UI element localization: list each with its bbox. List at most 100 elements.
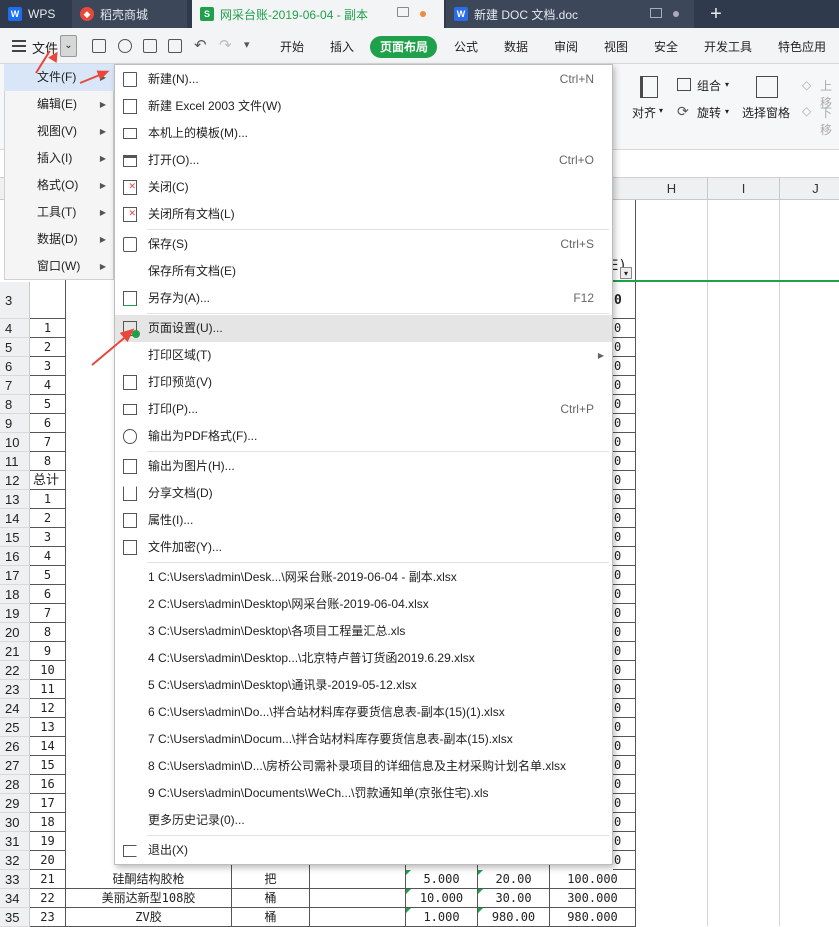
cell-amount-fragment[interactable]: 0: [613, 604, 636, 623]
tab-wps[interactable]: W WPS: [0, 0, 70, 28]
cell-amount-fragment[interactable]: 0: [613, 433, 636, 452]
menu-item-close-all[interactable]: ✕ 关闭所有文档(L): [115, 201, 612, 228]
recent-file-9[interactable]: 9 C:\Users\admin\Documents\WeCh...\罚款通知单…: [115, 780, 612, 807]
save-icon[interactable]: [92, 39, 106, 53]
cell-price[interactable]: 30.00: [478, 889, 550, 908]
column-header-h[interactable]: H: [636, 178, 708, 200]
cell-index[interactable]: 2: [30, 338, 66, 357]
tab-spreadsheet-active[interactable]: S 网采台账-2019-06-04 - 副本: [192, 0, 444, 28]
menu-data[interactable]: 数据(D) ▶: [4, 226, 114, 253]
cell-index[interactable]: 总计: [30, 471, 66, 490]
cell-index[interactable]: 3: [30, 357, 66, 376]
cell-amount-fragment[interactable]: 0: [613, 642, 636, 661]
export-icon[interactable]: [118, 39, 132, 53]
column-header-i[interactable]: I: [708, 178, 780, 200]
recent-file-1[interactable]: 1 C:\Users\admin\Desk...\网采台账-2019-06-04…: [115, 564, 612, 591]
tab-formulas[interactable]: 公式: [454, 38, 478, 55]
row-header[interactable]: 3: [0, 282, 30, 319]
cell-amount-fragment[interactable]: 0: [613, 471, 636, 490]
row-header[interactable]: 29: [0, 794, 30, 813]
menu-item-encrypt[interactable]: 文件加密(Y)...: [115, 534, 612, 561]
tab-developer[interactable]: 开发工具: [704, 38, 752, 55]
row-header[interactable]: 5: [0, 338, 30, 357]
cell-amount-fragment[interactable]: 0: [613, 282, 636, 319]
cell-amount-fragment[interactable]: 0: [613, 661, 636, 680]
menu-item-more-history[interactable]: 更多历史记录(0)...: [115, 807, 612, 834]
row-header[interactable]: 19: [0, 604, 30, 623]
cell-index[interactable]: 16: [30, 775, 66, 794]
cell-index[interactable]: 14: [30, 737, 66, 756]
tab-data[interactable]: 数据: [504, 38, 528, 55]
tab-page-layout[interactable]: 页面布局: [380, 38, 428, 55]
cell-amount-fragment[interactable]: 0: [613, 376, 636, 395]
row-header[interactable]: 20: [0, 623, 30, 642]
cell-spec[interactable]: [310, 908, 406, 927]
hamburger-icon[interactable]: [12, 40, 26, 52]
cell-index[interactable]: 5: [30, 395, 66, 414]
more-quick-access-icon[interactable]: ▾: [244, 38, 250, 51]
cell-index[interactable]: 3: [30, 528, 66, 547]
menu-item-new-excel2003[interactable]: 新建 Excel 2003 文件(W): [115, 93, 612, 120]
row-header[interactable]: 21: [0, 642, 30, 661]
cell-index[interactable]: 21: [30, 870, 66, 889]
recent-file-2[interactable]: 2 C:\Users\admin\Desktop\网采台账-2019-06-04…: [115, 591, 612, 618]
cell-amount-fragment[interactable]: 0: [613, 813, 636, 832]
cell-amount-fragment[interactable]: 0: [613, 490, 636, 509]
cell-index[interactable]: 8: [30, 623, 66, 642]
tab-home[interactable]: 开始: [280, 38, 304, 55]
row-header[interactable]: 34: [0, 889, 30, 908]
cell-index[interactable]: 19: [30, 832, 66, 851]
row-header[interactable]: 18: [0, 585, 30, 604]
row-header[interactable]: 7: [0, 376, 30, 395]
cell-index[interactable]: 4: [30, 376, 66, 395]
print-icon[interactable]: [143, 39, 157, 53]
cell-index[interactable]: 1: [30, 319, 66, 338]
menu-file[interactable]: 文件(F) ▶: [4, 64, 114, 91]
menu-item-close[interactable]: ✕ 关闭(C): [115, 174, 612, 201]
column-header-j[interactable]: J: [780, 178, 839, 200]
cell-amount-fragment[interactable]: 0: [613, 319, 636, 338]
row-header[interactable]: 24: [0, 699, 30, 718]
cell-index[interactable]: 17: [30, 794, 66, 813]
menu-edit[interactable]: 编辑(E) ▶: [4, 91, 114, 118]
recent-file-8[interactable]: 8 C:\Users\admin\D...\房桥公司需补录项目的详细信息及主材采…: [115, 753, 612, 780]
row-header[interactable]: 16: [0, 547, 30, 566]
rotate-button[interactable]: 旋转: [697, 104, 721, 121]
row-header[interactable]: 32: [0, 851, 30, 870]
cell-index[interactable]: 12: [30, 699, 66, 718]
recent-file-6[interactable]: 6 C:\Users\admin\Do...\拌合站材料库存要货信息表-副本(1…: [115, 699, 612, 726]
recent-file-5[interactable]: 5 C:\Users\admin\Desktop\通讯录-2019-05-12.…: [115, 672, 612, 699]
cell-amount[interactable]: 300.000: [550, 889, 636, 908]
cell-unit[interactable]: 桶: [232, 889, 310, 908]
row-header[interactable]: 23: [0, 680, 30, 699]
cell-amount-fragment[interactable]: 0: [613, 775, 636, 794]
menu-item-save-as[interactable]: 另存为(A)... F12: [115, 285, 612, 312]
menu-item-exit[interactable]: 退出(X): [115, 837, 612, 864]
cell-amount-fragment[interactable]: 0: [613, 338, 636, 357]
tab-docer[interactable]: ◆ 稻壳商城: [72, 0, 187, 28]
cell-amount-fragment[interactable]: 0: [613, 851, 636, 870]
cell-amount[interactable]: 100.000: [550, 870, 636, 889]
menu-item-new[interactable]: 新建(N)... Ctrl+N: [115, 66, 612, 93]
row-header[interactable]: 4: [0, 319, 30, 338]
cell-amount-fragment[interactable]: 0: [613, 794, 636, 813]
cell-spec[interactable]: [310, 870, 406, 889]
tab-view[interactable]: 视图: [604, 38, 628, 55]
new-tab-button[interactable]: +: [706, 2, 726, 26]
recent-file-7[interactable]: 7 C:\Users\admin\Docum...\拌合站材料库存要货信息表-副…: [115, 726, 612, 753]
menu-item-share[interactable]: 分享文档(D): [115, 480, 612, 507]
cell-amount-fragment[interactable]: 0: [613, 718, 636, 737]
menu-item-export-image[interactable]: 输出为图片(H)...: [115, 453, 612, 480]
menu-format[interactable]: 格式(O) ▶: [4, 172, 114, 199]
tab-insert[interactable]: 插入: [330, 38, 354, 55]
tab-special[interactable]: 特色应用: [778, 38, 826, 55]
menu-item-print-preview[interactable]: 打印预览(V): [115, 369, 612, 396]
menu-insert[interactable]: 插入(I) ▶: [4, 145, 114, 172]
cell-qty[interactable]: 1.000: [406, 908, 478, 927]
row-header[interactable]: 14: [0, 509, 30, 528]
row-header[interactable]: 9: [0, 414, 30, 433]
align-icon[interactable]: [640, 76, 658, 98]
row-header[interactable]: 27: [0, 756, 30, 775]
cell-index[interactable]: 4: [30, 547, 66, 566]
cell-amount-fragment[interactable]: 0: [613, 623, 636, 642]
